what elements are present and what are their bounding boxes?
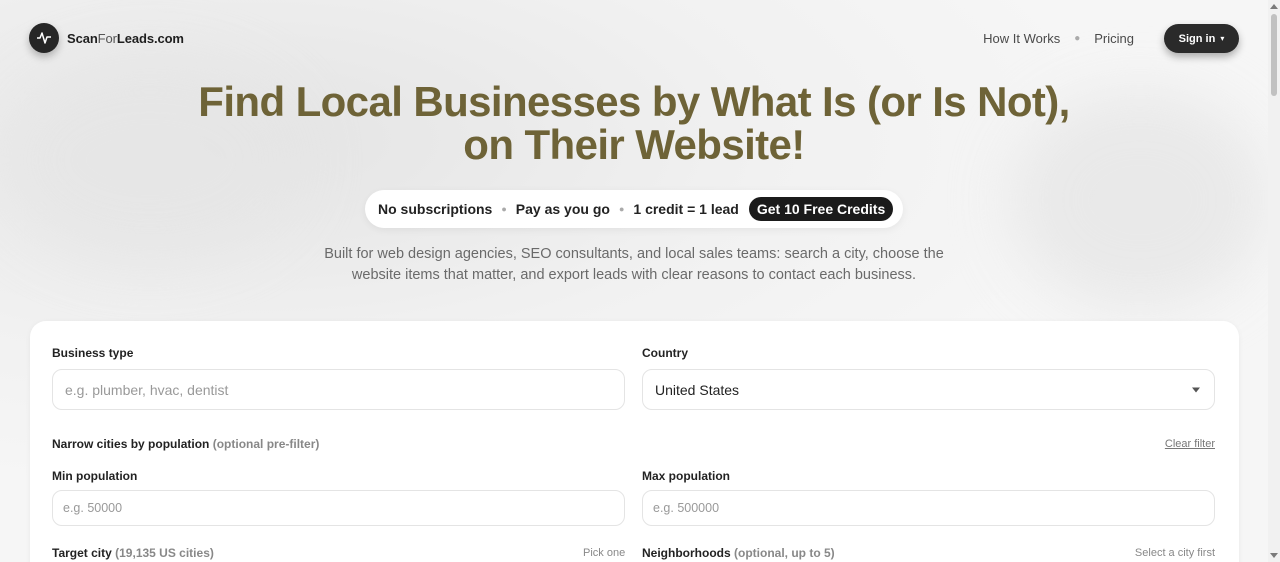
free-credits-button[interactable]: Get 10 Free Credits	[748, 197, 894, 221]
nav-pricing[interactable]: Pricing	[1094, 31, 1134, 46]
clear-filter-link[interactable]: Clear filter	[1165, 438, 1215, 450]
pill-item: No subscriptions	[378, 201, 493, 217]
max-population-label: Max population	[642, 469, 730, 483]
subtitle-line2: website items that matter, and export le…	[351, 267, 917, 283]
narrow-optional-text: (optional pre-filter)	[212, 437, 320, 451]
top-nav: How It Works ● Pricing Sign in ▾	[983, 24, 1239, 53]
scroll-thumb[interactable]	[1271, 14, 1277, 96]
business-type-label: Business type	[52, 346, 134, 360]
pill-item: 1 credit = 1 lead	[633, 201, 739, 217]
neighborhoods-optional-text: (optional, up to 5)	[734, 546, 835, 560]
country-value: United States	[655, 381, 740, 398]
narrow-cities-label: Narrow cities by population (optional pr…	[52, 437, 320, 451]
scroll-down-icon[interactable]	[1270, 553, 1278, 558]
hero-title-line1: Find Local Businesses by What Is (or Is …	[198, 78, 1070, 125]
pricing-pill: No subscriptions ● Pay as you go ● 1 cre…	[365, 190, 903, 228]
min-population-label: Min population	[52, 469, 138, 483]
logo[interactable]: ScanForLeads.com	[29, 23, 184, 53]
hero-subtitle: Built for web design agencies, SEO consu…	[300, 244, 968, 286]
chevron-down-icon: ▾	[1220, 34, 1225, 43]
nav-separator: ●	[1074, 33, 1081, 44]
country-label: Country	[642, 346, 688, 360]
business-type-input[interactable]: e.g. plumber, hvac, dentist	[52, 369, 625, 410]
page-scrollbar[interactable]	[1268, 0, 1280, 562]
neighborhoods-label: Neighborhoods (optional, up to 5)	[642, 546, 835, 560]
pulse-icon	[29, 23, 59, 53]
pill-item: Pay as you go	[515, 201, 610, 217]
hero-title: Find Local Businesses by What Is (or Is …	[0, 80, 1268, 166]
caret-down-icon	[1192, 387, 1200, 392]
country-select[interactable]: United States	[642, 369, 1215, 410]
hero-title-line2: on Their Website!	[463, 121, 805, 168]
target-city-hint: Pick one	[583, 547, 626, 559]
pill-separator: ●	[501, 204, 507, 214]
logo-text: ScanForLeads.com	[67, 30, 184, 46]
min-population-input[interactable]: e.g. 50000	[52, 490, 625, 526]
max-population-input[interactable]: e.g. 500000	[642, 490, 1215, 526]
sign-in-button[interactable]: Sign in ▾	[1164, 24, 1239, 53]
nav-how-it-works[interactable]: How It Works	[983, 31, 1060, 46]
scroll-up-icon[interactable]	[1270, 4, 1278, 9]
target-city-count: (19,135 US cities)	[115, 546, 214, 560]
subtitle-line1: Built for web design agencies, SEO consu…	[324, 246, 944, 262]
neighborhoods-hint: Select a city first	[1134, 547, 1215, 559]
search-form-card: Business type e.g. plumber, hvac, dentis…	[30, 321, 1239, 562]
pill-separator: ●	[618, 204, 625, 214]
sign-in-label: Sign in	[1178, 32, 1216, 45]
target-city-label: Target city (19,135 US cities)	[52, 546, 214, 560]
